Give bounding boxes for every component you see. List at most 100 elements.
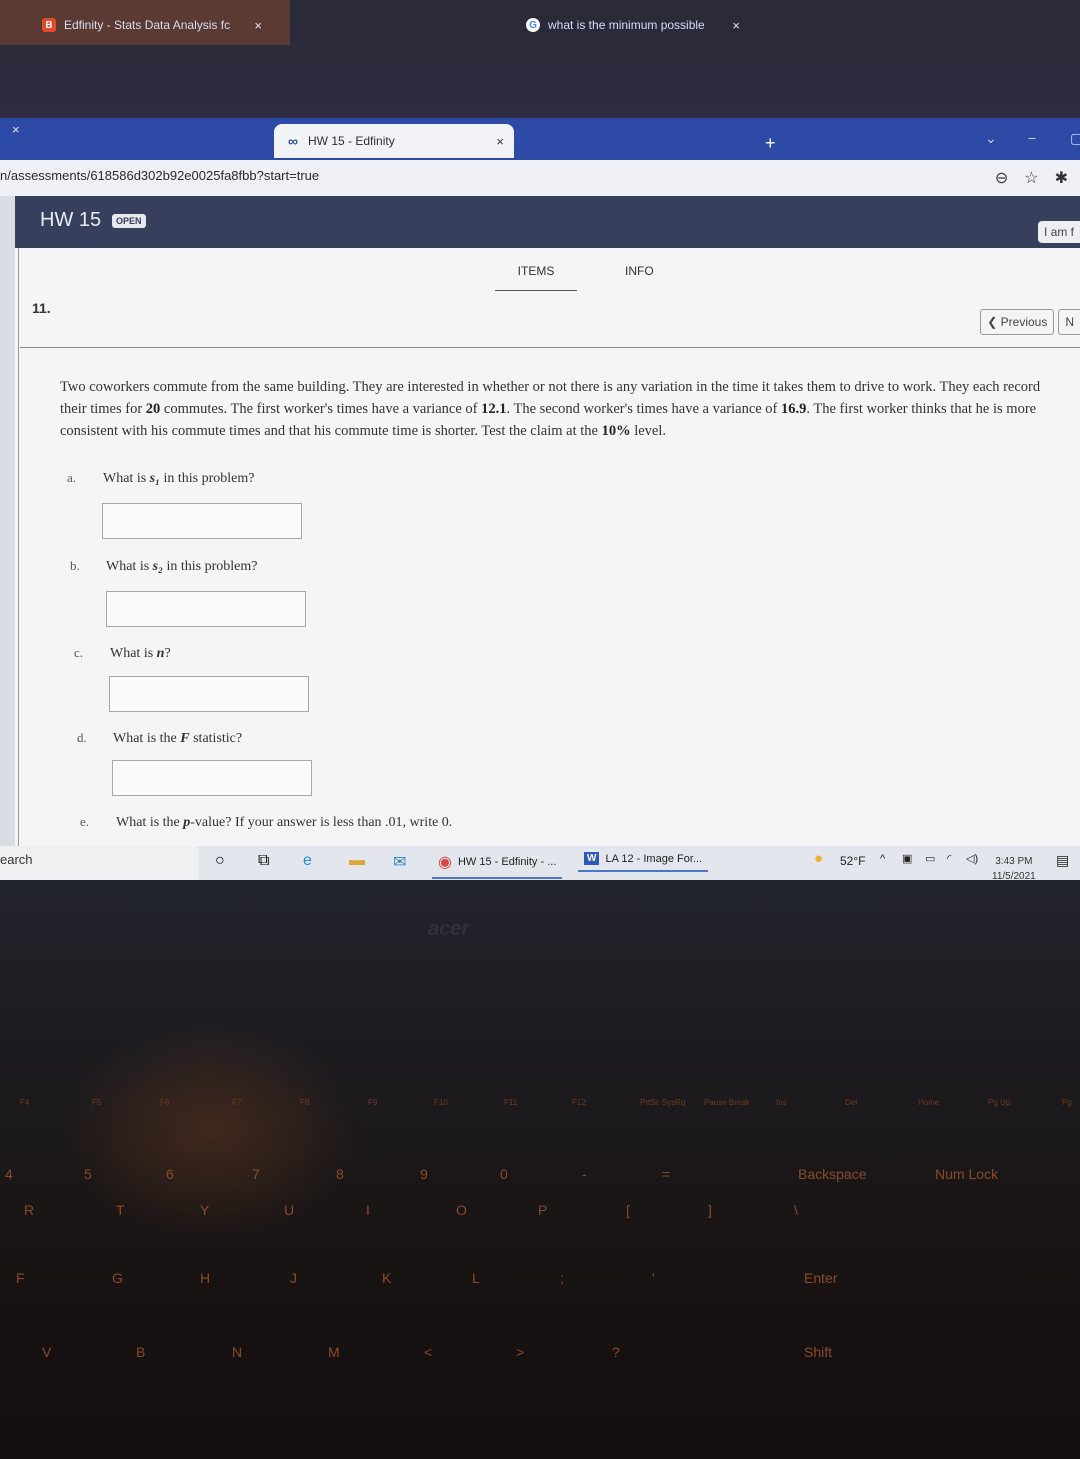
volume-icon[interactable]: ◁) (966, 852, 978, 865)
keyboard-key: 9 (420, 1166, 428, 1182)
tab-title: what is the minimum possible (548, 18, 705, 32)
part-d-answer-input[interactable] (112, 760, 312, 796)
keyboard-key: Pg Up (988, 1098, 1011, 1107)
keyboard-key: > (516, 1344, 525, 1360)
question-text: What is (110, 646, 157, 661)
keyboard-key: I (366, 1202, 370, 1218)
keyboard-key: PrtSc SysRq (640, 1098, 686, 1107)
keyboard-key: ; (560, 1270, 564, 1286)
close-tab-icon[interactable]: × (12, 122, 20, 137)
close-tab-icon[interactable]: × (732, 18, 740, 33)
keyboard-key: - (582, 1166, 587, 1182)
part-c-answer-input[interactable] (109, 676, 309, 712)
extensions-puzzle-icon[interactable]: ✱ (1055, 168, 1068, 188)
keyboard-key: F6 (160, 1098, 170, 1107)
part-b-answer-input[interactable] (106, 591, 306, 627)
problem-text: . The second worker's times have a varia… (506, 401, 782, 417)
keyboard-key: Enter (804, 1270, 838, 1286)
keyboard-key: K (382, 1270, 392, 1286)
close-tab-icon[interactable]: × (496, 134, 504, 149)
mail-icon[interactable]: ✉ (393, 852, 406, 872)
tab-info[interactable]: INFO (625, 264, 654, 291)
tab-search-icon[interactable]: ⌄ (985, 130, 997, 147)
keyboard-backlight-glow (60, 1020, 360, 1240)
part-a-question: a. What is s₁ in this problem? (67, 470, 255, 487)
chevron-left-icon: ❮ (987, 315, 998, 329)
url-text[interactable]: n/assessments/618586d302b92e0025fa8fbb?s… (0, 168, 319, 183)
keyboard-key: F4 (20, 1098, 30, 1107)
clock-time: 3:43 PM (995, 856, 1033, 867)
zoom-icon[interactable]: ⊖ (995, 168, 1008, 188)
brand-logo: acer (428, 918, 470, 940)
keyboard-key: F11 (504, 1098, 518, 1107)
keyboard-key: ' (652, 1270, 655, 1286)
app-label: HW 15 - Edfinity - ... (457, 856, 557, 868)
app-label: LA 12 - Image For... (605, 852, 703, 865)
browser-tab-hw15[interactable]: ∞ HW 15 - Edfinity × (274, 124, 514, 158)
part-letter: c. (74, 645, 84, 660)
keyboard-key: 5 (84, 1166, 92, 1182)
address-bar[interactable]: n/assessments/618586d302b92e0025fa8fbb?s… (0, 160, 1080, 196)
keyboard-key: N (232, 1344, 243, 1360)
part-a-answer-input[interactable] (102, 503, 302, 539)
new-tab-button[interactable]: + (765, 133, 776, 154)
keyboard-key: V (42, 1344, 52, 1360)
edge-icon[interactable]: e (303, 852, 312, 870)
keyboard-key: B (136, 1344, 146, 1360)
keyboard-key: Ins (776, 1098, 787, 1107)
minimize-button[interactable]: − (1028, 130, 1036, 146)
browser-tab-google[interactable]: G what is the minimum possible × (520, 8, 750, 42)
keyboard-key: H (200, 1270, 211, 1286)
maximize-button[interactable]: ▢ (1070, 130, 1080, 147)
close-tab-icon[interactable]: × (254, 18, 262, 33)
part-e-question: e. What is the p-value? If your answer is… (80, 814, 452, 831)
taskbar-search-box[interactable]: earch (0, 846, 198, 880)
bookmark-star-icon[interactable]: ☆ (1024, 168, 1038, 188)
notifications-icon[interactable]: ▤ (1056, 852, 1069, 869)
variable: s₁ (149, 471, 160, 486)
panel-border (18, 248, 19, 846)
file-explorer-icon[interactable]: ▬ (349, 852, 365, 870)
keyboard-key: F (16, 1270, 25, 1286)
variance-1: 12.1 (481, 401, 507, 417)
i-am-finished-button[interactable]: I am f (1037, 221, 1080, 243)
taskbar-app-chrome[interactable]: ◉ HW 15 - Edfinity - ... (432, 852, 563, 879)
previous-button[interactable]: ❮ Previous (980, 309, 1055, 335)
question-text: What is (106, 559, 153, 574)
wifi-icon[interactable]: ◜ (947, 852, 951, 865)
word-icon: W (584, 852, 600, 865)
google-icon: G (526, 18, 540, 32)
part-d-question: d. What is the F statistic? (77, 730, 242, 747)
task-view-icon[interactable]: ⧉ (258, 852, 269, 870)
question-panel: ITEMS INFO 11. ❮ Previous N Two coworker… (15, 248, 1080, 846)
variable: s₂ (152, 559, 163, 574)
show-hidden-icons-chevron[interactable]: ^ (880, 853, 885, 865)
keyboard-key: Pg (1062, 1098, 1072, 1107)
question-text: ? (164, 646, 171, 661)
battery-icon[interactable]: ▭ (925, 852, 935, 865)
keyboard-key: 4 (5, 1166, 13, 1182)
browser-tab-stats[interactable]: B Edfinity - Stats Data Analysis fc × (42, 8, 272, 42)
taskbar-app-word[interactable]: W LA 12 - Image For... (578, 852, 709, 872)
search-label: earch (0, 852, 33, 867)
keyboard-key: = (662, 1166, 671, 1182)
tab-items[interactable]: ITEMS (495, 264, 577, 291)
part-letter: a. (67, 470, 77, 485)
next-button[interactable]: N (1058, 309, 1080, 335)
active-indicator (578, 870, 709, 872)
keyboard-key: Backspace (798, 1166, 867, 1182)
assignment-header: HW 15 OPEN I am f (15, 196, 1080, 248)
keyboard-key: ] (708, 1202, 712, 1218)
keyboard-key: [ (626, 1202, 630, 1218)
cortana-icon[interactable]: ○ (215, 852, 225, 870)
weather-sun-icon[interactable]: ● (814, 850, 823, 867)
keyboard-key: Del (845, 1098, 858, 1107)
meet-now-icon[interactable]: ▣ (902, 852, 912, 865)
keyboard-key: 8 (336, 1166, 344, 1182)
weather-temperature[interactable]: 52°F (840, 854, 865, 868)
question-text: in this problem? (160, 471, 255, 486)
page-left-margin (0, 196, 15, 846)
problem-text: commutes. The first worker's times have … (160, 401, 482, 417)
keyboard-key: F12 (572, 1098, 586, 1107)
question-text: statistic? (189, 731, 243, 746)
